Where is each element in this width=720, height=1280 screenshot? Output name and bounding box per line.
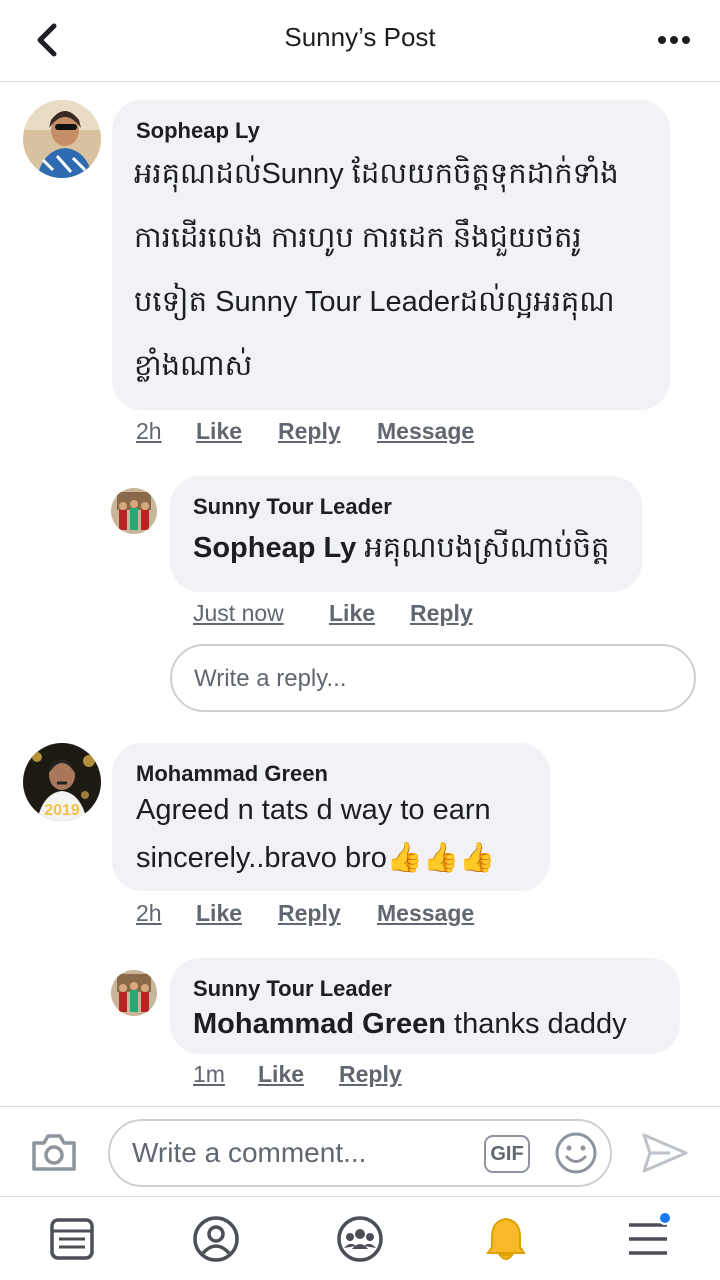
reply-text: Sopheap Ly អគុណបងស្រីណាប់ចិត្ត	[193, 524, 609, 572]
camera-button[interactable]	[30, 1131, 78, 1173]
more-options-button[interactable]	[654, 24, 694, 56]
message-button[interactable]: Message	[377, 418, 474, 445]
nav-profile[interactable]	[190, 1213, 242, 1265]
smiley-icon	[555, 1132, 597, 1174]
reply-button[interactable]: Reply	[339, 1061, 402, 1088]
nav-news-feed[interactable]	[46, 1213, 98, 1265]
reply-button[interactable]: Reply	[278, 900, 341, 927]
reply-text: Mohammad Green thanks daddy	[193, 1000, 627, 1048]
reply-author[interactable]: Sunny Tour Leader	[193, 976, 392, 1002]
reply-author[interactable]: Sunny Tour Leader	[193, 494, 392, 520]
mention-link[interactable]: Mohammad Green	[193, 1008, 446, 1040]
more-dots-icon	[658, 36, 690, 44]
nav-notifications[interactable]	[480, 1213, 532, 1265]
comment-input[interactable]: Write a comment... GIF	[108, 1119, 612, 1187]
like-button[interactable]: Like	[258, 1061, 304, 1088]
reply-message: thanks daddy	[446, 1008, 627, 1040]
comment-time[interactable]: 2h	[136, 418, 162, 445]
notifications-icon	[486, 1217, 526, 1260]
like-button[interactable]: Like	[329, 600, 375, 627]
nav-groups[interactable]	[334, 1213, 386, 1265]
comment-composer: Write a comment... GIF	[0, 1106, 720, 1196]
news-feed-icon	[50, 1218, 94, 1260]
comment-time[interactable]: 2h	[136, 900, 162, 927]
page-title: Sunny’s Post	[284, 22, 436, 52]
avatar[interactable]	[111, 970, 157, 1016]
comment-text-line: Agreed n tats d way to earn	[136, 794, 491, 826]
menu-icon	[629, 1223, 667, 1255]
reply-button[interactable]: Reply	[278, 418, 341, 445]
camera-icon	[32, 1134, 76, 1171]
comment-text-line: អរគុណដល់Sunny ដែលយកចិត្តទុកដាក់ទាំង	[134, 158, 619, 190]
emoji-button[interactable]	[554, 1131, 598, 1175]
reply-button[interactable]: Reply	[410, 600, 473, 627]
nav-menu[interactable]	[622, 1211, 674, 1265]
send-icon	[642, 1133, 688, 1173]
avatar[interactable]	[23, 100, 101, 178]
reply-time[interactable]: 1m	[193, 1061, 225, 1088]
send-button[interactable]	[640, 1131, 690, 1175]
gif-button[interactable]: GIF	[484, 1135, 530, 1173]
avatar[interactable]	[111, 488, 157, 534]
comment-text-line: ការដើរលេង ការហូប ការដេក នឹងជួយថតរូ	[134, 222, 582, 254]
comment-author[interactable]: Mohammad Green	[136, 761, 328, 787]
like-button[interactable]: Like	[196, 900, 242, 927]
profile-icon	[193, 1216, 239, 1262]
groups-icon	[337, 1216, 383, 1262]
notification-dot	[658, 1211, 672, 1225]
comment-author[interactable]: Sopheap Ly	[136, 118, 260, 144]
comment-text-line: បទៀត Sunny Tour Leaderដល់ល្អអរគុណ	[134, 286, 615, 318]
message-button[interactable]: Message	[377, 900, 474, 927]
reply-time[interactable]: Just now	[193, 600, 284, 627]
top-bar: Sunny’s Post	[0, 0, 720, 82]
reply-message: អគុណបងស្រីណាប់ចិត្ត	[356, 532, 610, 564]
like-button[interactable]: Like	[196, 418, 242, 445]
svg-text:2019: 2019	[44, 802, 80, 819]
comment-text-line: sincerely..bravo bro👍👍👍	[136, 842, 496, 874]
bottom-navigation	[0, 1196, 720, 1280]
reply-input[interactable]: Write a reply...	[170, 644, 696, 712]
mention-link[interactable]: Sopheap Ly	[193, 532, 356, 564]
comment-text-line: ខ្លាំងណាស់	[134, 350, 253, 382]
comment-input-placeholder: Write a comment...	[132, 1137, 367, 1168]
avatar[interactable]: 2019	[23, 743, 101, 821]
reply-input-placeholder: Write a reply...	[194, 665, 347, 692]
